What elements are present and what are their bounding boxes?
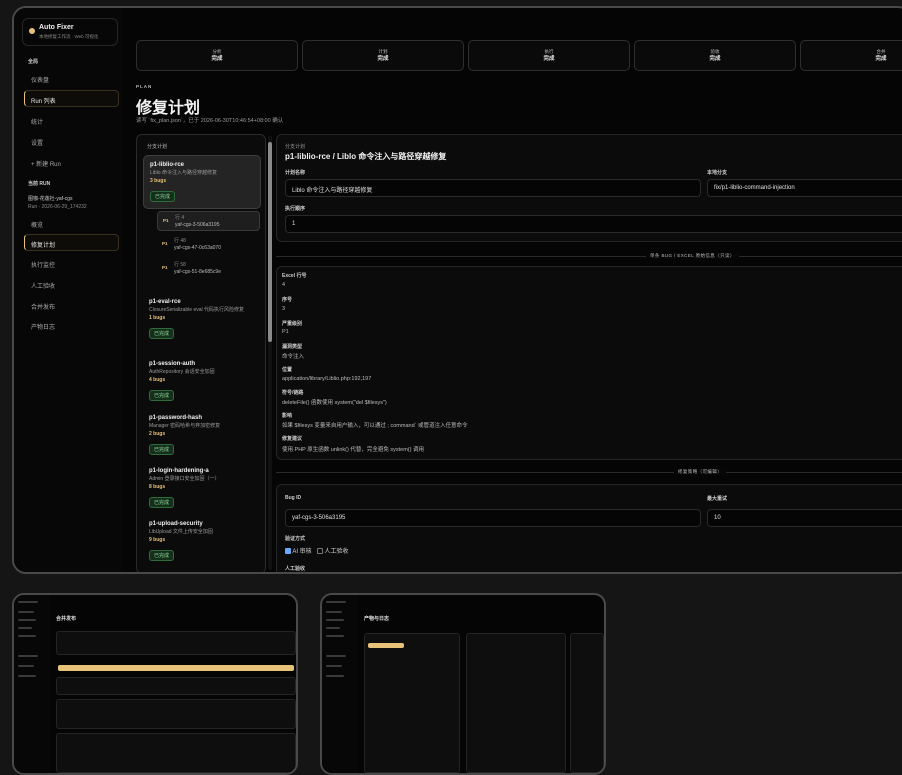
thumbnail-merge-release[interactable]: 合并发布 — [12, 593, 298, 775]
branch-plan-title: p1-liblio-rce / Liblo 命令注入与路径穿越修复 — [285, 152, 447, 161]
nav-run-list[interactable]: Run 列表 — [24, 90, 119, 107]
bug-field-label: 修复建议 — [282, 436, 303, 442]
brand-name: Auto Fixer — [39, 24, 74, 31]
nav-dashboard[interactable]: 仪表盘 — [24, 69, 119, 86]
step-analyze[interactable]: 分析 完成 — [136, 40, 298, 71]
status-badge: 已完成 — [149, 390, 175, 401]
current-run-label: 当前 RUN — [28, 181, 51, 187]
ai-review-checkbox[interactable] — [285, 548, 291, 555]
plan-group-item[interactable]: p1-upload-security LibUpload 文件上传安全加固 9 … — [143, 515, 261, 567]
max-retry-label: 最大重试 — [707, 496, 728, 502]
plan-group-item[interactable]: p1-sso-witho — [143, 567, 261, 572]
nav-exec-monitor[interactable]: 执行监控 — [24, 254, 119, 271]
branch-plan-panel: 分支计划 p1-liblio-rce / Liblo 命令注入与路径穿越修复 计… — [276, 134, 902, 242]
nav-settings[interactable]: 设置 — [24, 132, 119, 149]
bug-field-value: 3 — [282, 306, 286, 312]
scrollbar-thumb[interactable] — [268, 142, 272, 342]
bug-field-label: 严重级别 — [282, 321, 303, 327]
status-badge: 已完成 — [149, 497, 175, 508]
thumb-sidebar — [322, 595, 358, 773]
plan-list-scrollbar[interactable] — [268, 136, 272, 570]
status-badge: 已完成 — [149, 550, 175, 561]
thumb-title: 产物与日志 — [364, 616, 390, 622]
current-run-date: Run · 2026-06-29_174232 — [28, 204, 87, 210]
bug-field-label: 位置 — [282, 367, 293, 373]
branch-plan-label: 分支计划 — [285, 144, 306, 150]
thumb-title: 合并发布 — [56, 616, 77, 622]
status-badge: 已完成 — [149, 444, 175, 455]
plan-list-label: 分支计划 — [147, 144, 168, 150]
local-branch-label: 本地分支 — [707, 170, 728, 176]
order-input[interactable]: 1 — [285, 215, 902, 233]
bug-subitem[interactable]: P1 行 4 yaf-cgs-3-506a3195 — [157, 211, 260, 231]
nav-merge-release[interactable]: 合并发布 — [24, 296, 119, 313]
bug-field-label: 符号/链路 — [282, 390, 304, 396]
bug-field-value: application/library/Liblio.php:192,197 — [282, 376, 372, 382]
bug-subitem[interactable]: P1 行 58 yaf-cgs-51-8e685c9e — [157, 259, 260, 279]
bug-id-label: Bug ID — [285, 495, 302, 501]
bug-info-divider — [276, 256, 902, 257]
nav-artifacts-logs[interactable]: 产物日志 — [24, 316, 119, 333]
bug-field-value: P1 — [282, 329, 289, 335]
strategy-divider-label: 修复策略（可编辑） — [674, 469, 727, 475]
page-eyebrow: PLAN — [136, 84, 153, 89]
plan-group-item[interactable]: p1-session-auth AuthRepository 会话安全加固 4 … — [143, 355, 261, 407]
plan-group-item[interactable]: p1-login-hardening-a Admin 登录接口安全加固（一） 8… — [143, 462, 261, 514]
page-title: 修复计划 — [136, 100, 201, 117]
step-plan[interactable]: 计划 完成 — [302, 40, 464, 71]
verify-label: 验证方式 — [285, 536, 306, 542]
verify-options: AI 审核 人工验收 — [285, 546, 348, 555]
strategy-panel: Bug ID yaf-cgs-3-506a3195 最大重试 10 验证方式 A… — [276, 484, 902, 572]
thumb-progress-bar — [58, 665, 294, 671]
bug-field-label: 漏洞类型 — [282, 344, 303, 350]
bug-field-label: Excel 行号 — [282, 273, 307, 279]
bug-info-divider-label: 单条 BUG / EXCEL 原始信息（只读） — [646, 253, 739, 259]
status-badge: 已完成 — [150, 191, 176, 202]
max-retry-input[interactable]: 10 — [707, 509, 902, 527]
thumb-highlight — [368, 643, 404, 648]
step-merge[interactable]: 合并 完成 — [800, 40, 902, 71]
step-accept[interactable]: 验收 完成 — [634, 40, 796, 71]
brand-logo-icon — [29, 28, 35, 34]
current-run-name: 图咖-花莲社-yaf-cgs — [28, 196, 73, 202]
nav-new-run[interactable]: + 新建 Run — [24, 153, 119, 170]
local-branch-input[interactable]: fix/p1-liblio-command-injection — [707, 179, 902, 197]
thumb-sidebar — [14, 595, 50, 773]
thumbnail-artifacts-logs[interactable]: 产物与日志 — [320, 593, 606, 775]
manual-accept-label: 人工验收 — [285, 566, 306, 572]
nav-manual-accept[interactable]: 人工验收 — [24, 275, 119, 292]
order-label: 执行顺序 — [285, 206, 306, 212]
plan-name-label: 计划名称 — [285, 170, 306, 176]
status-badge: 已完成 — [149, 328, 175, 339]
bug-subitem[interactable]: P1 行 48 yaf-cgs-47-0c63a070 — [157, 235, 260, 255]
bug-field-label: 序号 — [282, 297, 293, 303]
bug-field-value: 命令注入 — [282, 354, 305, 360]
manual-accept-option-label: 人工验收 — [324, 549, 349, 555]
plan-group-item[interactable]: p1-password-hash Manager 密码哈希与弃加密修复 2 bu… — [143, 409, 261, 461]
page-subtitle: 读写 `fix_plan.json`，已于 2026-06-30T10:46:5… — [136, 118, 284, 124]
manual-accept-checkbox[interactable] — [316, 548, 323, 555]
plan-group-item[interactable]: p1-eval-rce ClosureSerializable eval 代码执… — [143, 293, 261, 345]
step-execute[interactable]: 执行 完成 — [468, 40, 630, 71]
sidebar: Auto Fixer 本地修复工作流 · Web 可视化 全局 仪表盘 Run … — [14, 8, 122, 572]
plan-group-item[interactable]: p1-liblio-rce Liblo 命令注入与路径穿越修复 3 bugs 已… — [143, 155, 261, 209]
bug-id-input[interactable]: yaf-cgs-3-506a3195 — [285, 509, 701, 527]
bug-field-value: 4 — [282, 282, 286, 288]
bug-field-value: 使用 PHP 原生函数 unlink() 代替，完全避免 system() 调用 — [282, 447, 424, 453]
ai-review-label: AI 审核 — [292, 549, 312, 555]
global-section-label: 全局 — [28, 59, 39, 65]
bug-field-value: 如果 $filesys 变量来自用户输入，可以通过 ; command` 或管道… — [282, 423, 468, 429]
plan-list: 分支计划 p1-liblio-rce Liblo 命令注入与路径穿越修复 3 b… — [136, 134, 266, 572]
bug-field-label: 影响 — [282, 413, 293, 419]
main-window: Auto Fixer 本地修复工作流 · Web 可视化 全局 仪表盘 Run … — [12, 6, 902, 574]
bug-field-value: deleteFile() 函数使用 system("del $filesys") — [282, 400, 387, 406]
nav-stats[interactable]: 统计 — [24, 111, 119, 128]
bug-info-panel — [276, 266, 902, 460]
nav-overview[interactable]: 概览 — [24, 214, 119, 231]
brand-subtitle: 本地修复工作流 · Web 可视化 — [39, 34, 99, 39]
nav-fix-plan[interactable]: 修复计划 — [24, 234, 119, 251]
strategy-divider — [276, 472, 902, 473]
brand: Auto Fixer 本地修复工作流 · Web 可视化 — [22, 18, 118, 46]
plan-name-input[interactable]: Liblo 命令注入与路径穿越修复 — [285, 179, 701, 197]
